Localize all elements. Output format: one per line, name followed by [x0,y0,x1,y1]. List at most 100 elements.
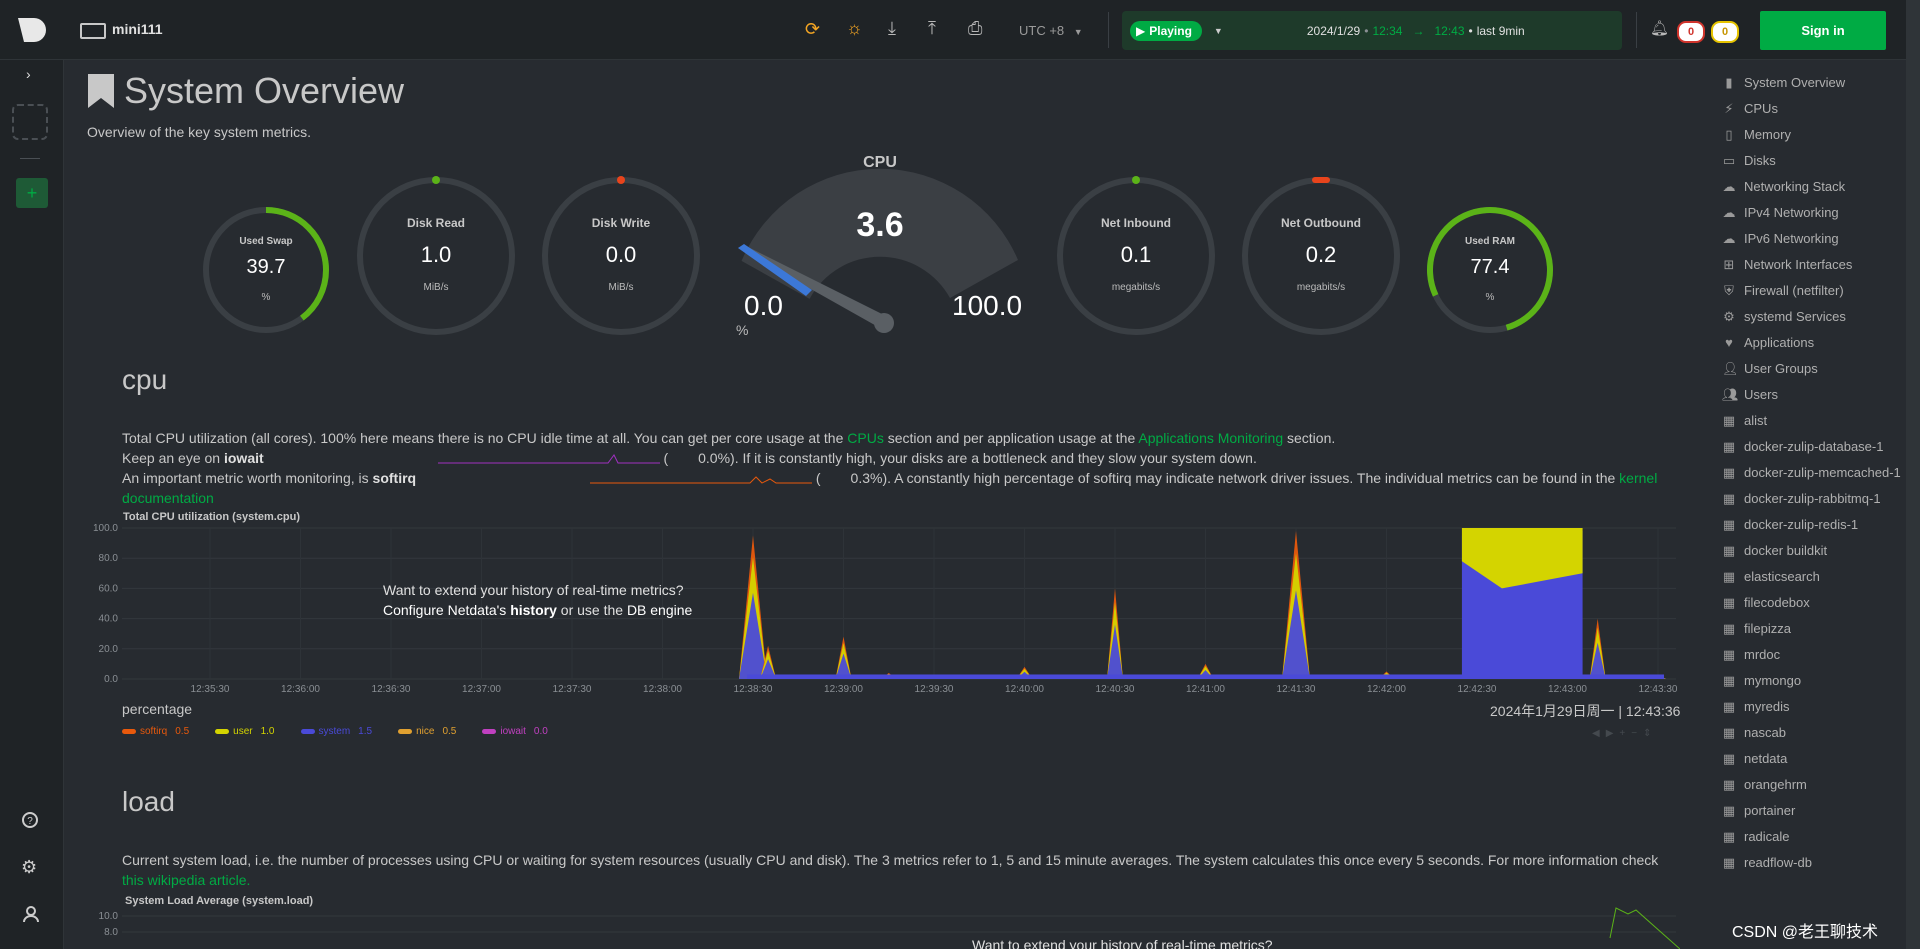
wikipedia-link[interactable]: this wikipedia article. [122,872,250,888]
gauge-cpu[interactable]: CPU 3.6 0.0 100.0 % [720,150,1040,350]
legend-item-user[interactable]: user 1.0 [215,726,275,737]
legend-value: 0.0 [533,726,548,737]
refresh-icon[interactable]: ⟳ [805,19,820,40]
gauge-disk-read[interactable]: Disk Read 1.0 MiB/s [356,176,516,336]
space-name[interactable]: mini111 [112,21,163,37]
chevron-down-icon[interactable]: ▼ [1214,26,1223,36]
chart-toolbox[interactable]: ◀▶+−⇕ [1592,728,1657,739]
cpu-chart[interactable]: 100.0 80.0 60.0 40.0 20.0 0.0 12:35:30 12:36:0… [80,524,1680,694]
gauge-disk-write[interactable]: Disk Write 0.0 MiB/s [541,176,701,336]
expand-chevron-icon[interactable]: › [26,66,31,82]
legend-swatch [482,729,497,734]
sidebar-item-network-interfaces[interactable]: ⊞ Network Interfaces [1722,256,1910,274]
upload-icon[interactable]: ⤒ [928,18,936,39]
zoom-out-icon[interactable]: − [1631,728,1643,739]
y-tick-label: 10.0 [99,911,119,922]
pan-left-icon[interactable]: ◀ [1592,728,1606,739]
sidebar-item-alist[interactable]: ▦ alist [1722,412,1910,430]
bolt-icon: ⚡︎ [1724,101,1734,116]
sidebar-item-mymongo[interactable]: ▦ mymongo [1722,672,1910,690]
netdata-logo-icon[interactable] [16,16,48,44]
applications-monitoring-link[interactable]: Applications Monitoring [1138,430,1283,446]
sidebar-item-applications[interactable]: ♥ Applications [1722,334,1910,352]
alert-badge-warning[interactable]: 0 [1711,21,1739,43]
text: ). A constantly high percentage of softi… [882,470,1620,486]
time-range[interactable]: 2024/1/29 • 12:34 → 12:43 • last 9min [1307,24,1525,38]
sidebar-item-docker-zulip-redis-1[interactable]: ▦ docker-zulip-redis-1 [1722,516,1910,534]
gauge-label: CPU [863,154,897,171]
print-icon[interactable]: ⎙ [968,18,982,39]
grid-icon: ▦ [1722,647,1736,662]
sidebar-item-mrdoc[interactable]: ▦ mrdoc [1722,646,1910,664]
gauge-value: 77.4 [1470,256,1510,278]
sidebar-item-memory[interactable]: ▯ Memory [1722,126,1910,144]
download-icon[interactable]: ⤓ [888,18,896,39]
sidebar-item-ipv6-networking[interactable]: ☁︎ IPv6 Networking [1722,230,1910,248]
help-icon[interactable]: ? [22,812,38,828]
db-engine-link[interactable]: DB engine [627,602,692,618]
sidebar-item-user-groups[interactable]: 👤︎ User Groups [1722,360,1910,378]
sidebar-item-docker-buildkit[interactable]: ▦ docker buildkit [1722,542,1910,560]
cpus-link[interactable]: CPUs [847,430,884,446]
gauge-net-inbound[interactable]: Net Inbound 0.1 megabits/s [1056,176,1216,336]
softirq-value: 0.3% [850,470,883,486]
zoom-in-icon[interactable]: + [1619,728,1631,739]
bell-icon[interactable]: 🔔︎ [1650,19,1669,37]
sidebar-item-netdata[interactable]: ▦ netdata [1722,750,1910,768]
legend-item-iowait[interactable]: iowait 0.0 [482,726,548,737]
pan-right-icon[interactable]: ▶ [1606,728,1620,739]
sidebar-item-nascab[interactable]: ▦ nascab [1722,724,1910,742]
gauge-used-swap[interactable]: Used Swap 39.7 % [200,204,332,336]
user-profile-icon[interactable] [22,905,40,923]
add-room-icon[interactable]: + [16,178,48,208]
sidebar-item-readflow-db[interactable]: ▦ readflow-db [1722,854,1910,872]
gauge-used-ram[interactable]: Used RAM 77.4 % [1424,204,1556,336]
sidebar-item-system-overview[interactable]: ▮ System Overview [1722,74,1910,92]
resize-icon[interactable]: ⇕ [1643,728,1657,739]
room-placeholder[interactable] [12,104,48,140]
load-y-axis: 10.0 8.0 [99,911,1676,938]
sidebar-item-myredis[interactable]: ▦ myredis [1722,698,1910,716]
cpu-y-axis: 100.0 80.0 60.0 40.0 20.0 0.0 [93,524,118,685]
sidebar-item-users[interactable]: 👥︎ Users [1722,386,1910,404]
settings-gear-icon[interactable]: ⚙ [21,857,37,878]
legend-item-system[interactable]: system 1.5 [300,726,372,737]
scrollbar[interactable] [1906,60,1920,949]
sidebar-item-docker-zulip-rabbitmq-1[interactable]: ▦ docker-zulip-rabbitmq-1 [1722,490,1910,508]
play-label: Playing [1149,23,1192,38]
sidebar-item-docker-zulip-database-1[interactable]: ▦ docker-zulip-database-1 [1722,438,1910,456]
timezone-selector[interactable]: UTC +8 ▼ [1019,23,1083,38]
gauge-net-outbound[interactable]: Net Outbound 0.2 megabits/s [1241,176,1401,336]
sidebar-item-label: filepizza [1744,621,1791,636]
grid-icon: ▦ [1722,491,1736,506]
sidebar-item-elasticsearch[interactable]: ▦ elasticsearch [1722,568,1910,586]
theme-bulb-icon[interactable]: ☼ [846,18,863,39]
sidebar-item-docker-zulip-memcached-1[interactable]: ▦ docker-zulip-memcached-1 [1722,464,1910,482]
chart-title-cpu: Total CPU utilization (system.cpu) [123,511,301,523]
history-link[interactable]: history [510,602,557,618]
load-chart[interactable]: 10.0 8.0 [80,904,1680,949]
sidebar-item-radicale[interactable]: ▦ radicale [1722,828,1910,846]
x-tick-label: 12:36:30 [372,684,411,694]
gauge-value: 0.1 [1120,242,1152,267]
sidebar-item-orangehrm[interactable]: ▦ orangehrm [1722,776,1910,794]
sign-in-button[interactable]: Sign in [1760,11,1886,50]
gauge-value: 1.0 [420,242,452,267]
sidebar-item-ipv4-networking[interactable]: ☁︎ IPv4 Networking [1722,204,1910,222]
alert-badge-critical[interactable]: 0 [1677,21,1705,43]
scrollbar[interactable] [1906,0,1920,60]
legend-item-nice[interactable]: nice 0.5 [398,726,456,737]
sidebar-item-filecodebox[interactable]: ▦ filecodebox [1722,594,1910,612]
sidebar-item-cpus[interactable]: ⚡︎ CPUs [1722,100,1910,118]
sidebar-item-systemd-services[interactable]: ⚙ systemd Services [1722,308,1910,326]
legend-item-softirq[interactable]: softirq 0.5 [122,726,189,737]
sidebar-item-networking-stack[interactable]: ☁︎ Networking Stack [1722,178,1910,196]
sidebar-item-disks[interactable]: ▭ Disks [1722,152,1910,170]
sidebar-item-filepizza[interactable]: ▦ filepizza [1722,620,1910,638]
sidebar-item-portainer[interactable]: ▦ portainer [1722,802,1910,820]
sidebar-item-label: docker-zulip-database-1 [1744,439,1884,454]
play-button[interactable]: ▶ Playing [1130,20,1202,41]
divider [1636,12,1637,48]
sidebar-item-firewall-netfilter[interactable]: ⛨ Firewall (netfilter) [1722,282,1910,300]
sidebar-item-label: nascab [1744,725,1786,740]
